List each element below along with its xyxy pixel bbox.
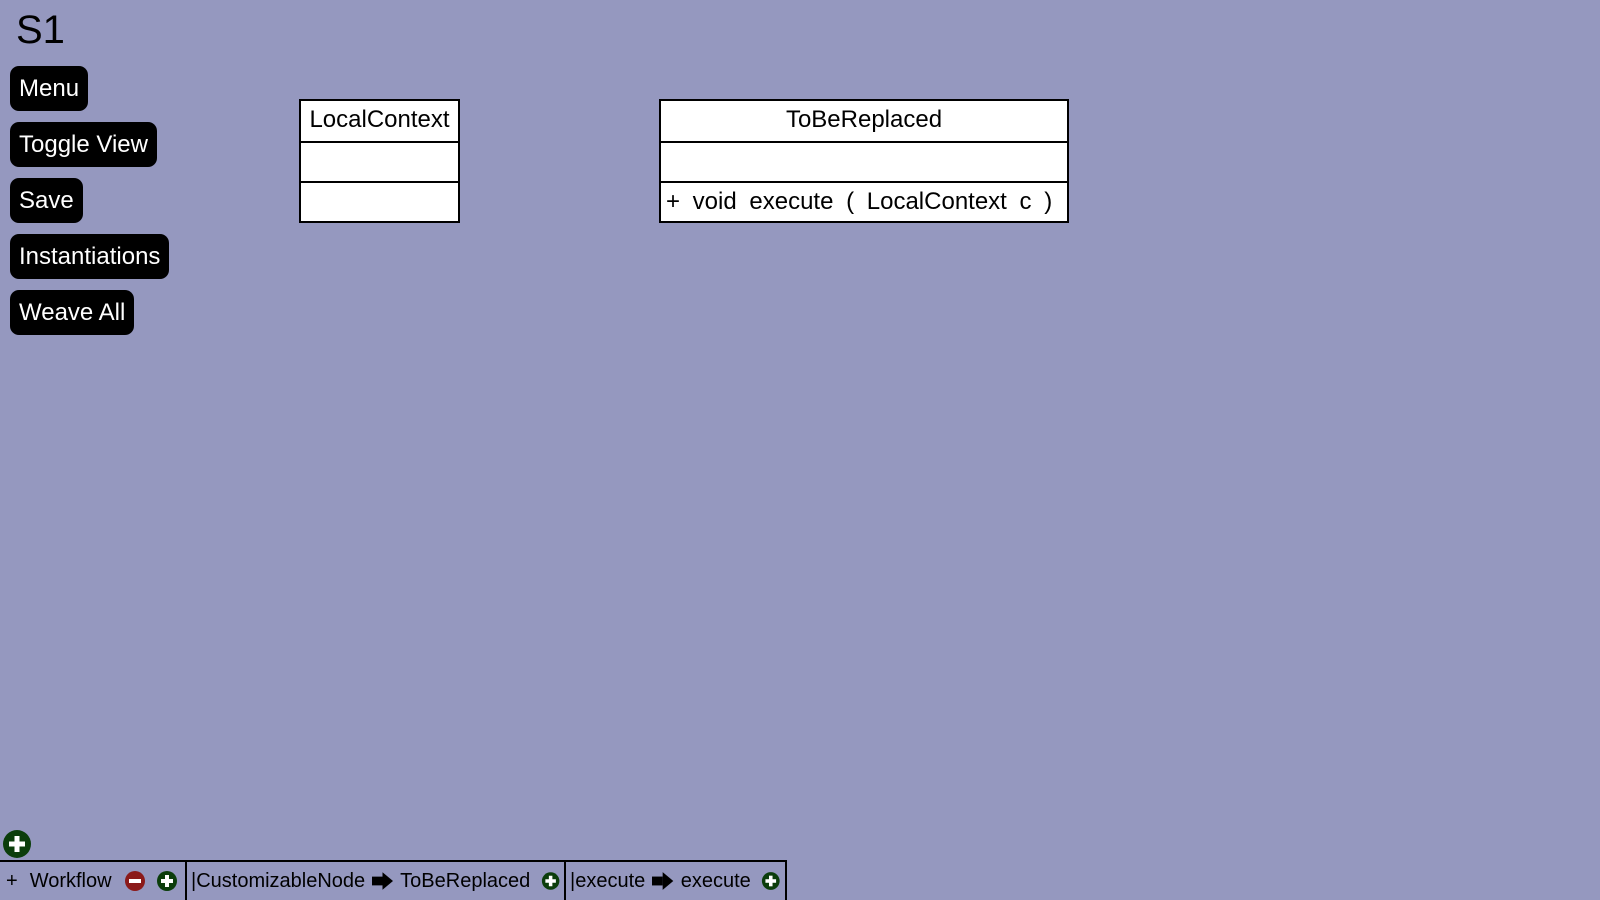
weave-all-button[interactable]: Weave All [10, 290, 135, 335]
add-icon[interactable] [156, 870, 178, 892]
arrow-right-icon [372, 872, 394, 890]
arrow-right-icon [652, 872, 674, 890]
workflow-label: Workflow [29, 869, 112, 892]
mapping-cell: |CustomizableNode ToBeReplaced [185, 860, 566, 900]
menu-button[interactable]: Menu [10, 66, 89, 111]
add-workflow-icon[interactable] [2, 829, 32, 859]
remove-icon[interactable] [124, 870, 146, 892]
class-operation[interactable]: + void execute ( LocalContext c ) [661, 181, 1067, 221]
instantiations-button[interactable]: Instantiations [10, 234, 170, 279]
uml-class-tobereplaced[interactable]: ToBeReplaced + void execute ( LocalConte… [659, 99, 1069, 223]
mapping-target[interactable]: execute [681, 870, 751, 893]
class-name[interactable]: ToBeReplaced [661, 101, 1067, 141]
mapping-source[interactable]: |CustomizableNode [191, 870, 365, 893]
bottom-bar: + Workflow |CustomizableNode ToBeReplace… [0, 860, 787, 900]
page-title: S1 [16, 8, 65, 52]
workflow-cell: + Workflow [0, 860, 185, 900]
workflow-expand[interactable]: + [6, 870, 18, 893]
class-operations[interactable] [301, 181, 458, 221]
uml-class-localcontext[interactable]: LocalContext [299, 99, 460, 223]
mapping-target[interactable]: ToBeReplaced [400, 870, 530, 893]
mapping-cell: |execute execute [566, 860, 787, 900]
save-button[interactable]: Save [10, 178, 83, 223]
add-icon[interactable] [541, 870, 560, 892]
class-attributes[interactable] [661, 141, 1067, 181]
class-name[interactable]: LocalContext [301, 101, 458, 141]
toggle-view-button[interactable]: Toggle View [10, 122, 157, 167]
mapping-source[interactable]: |execute [570, 870, 645, 893]
class-attributes[interactable] [301, 141, 458, 181]
add-icon[interactable] [761, 870, 781, 892]
